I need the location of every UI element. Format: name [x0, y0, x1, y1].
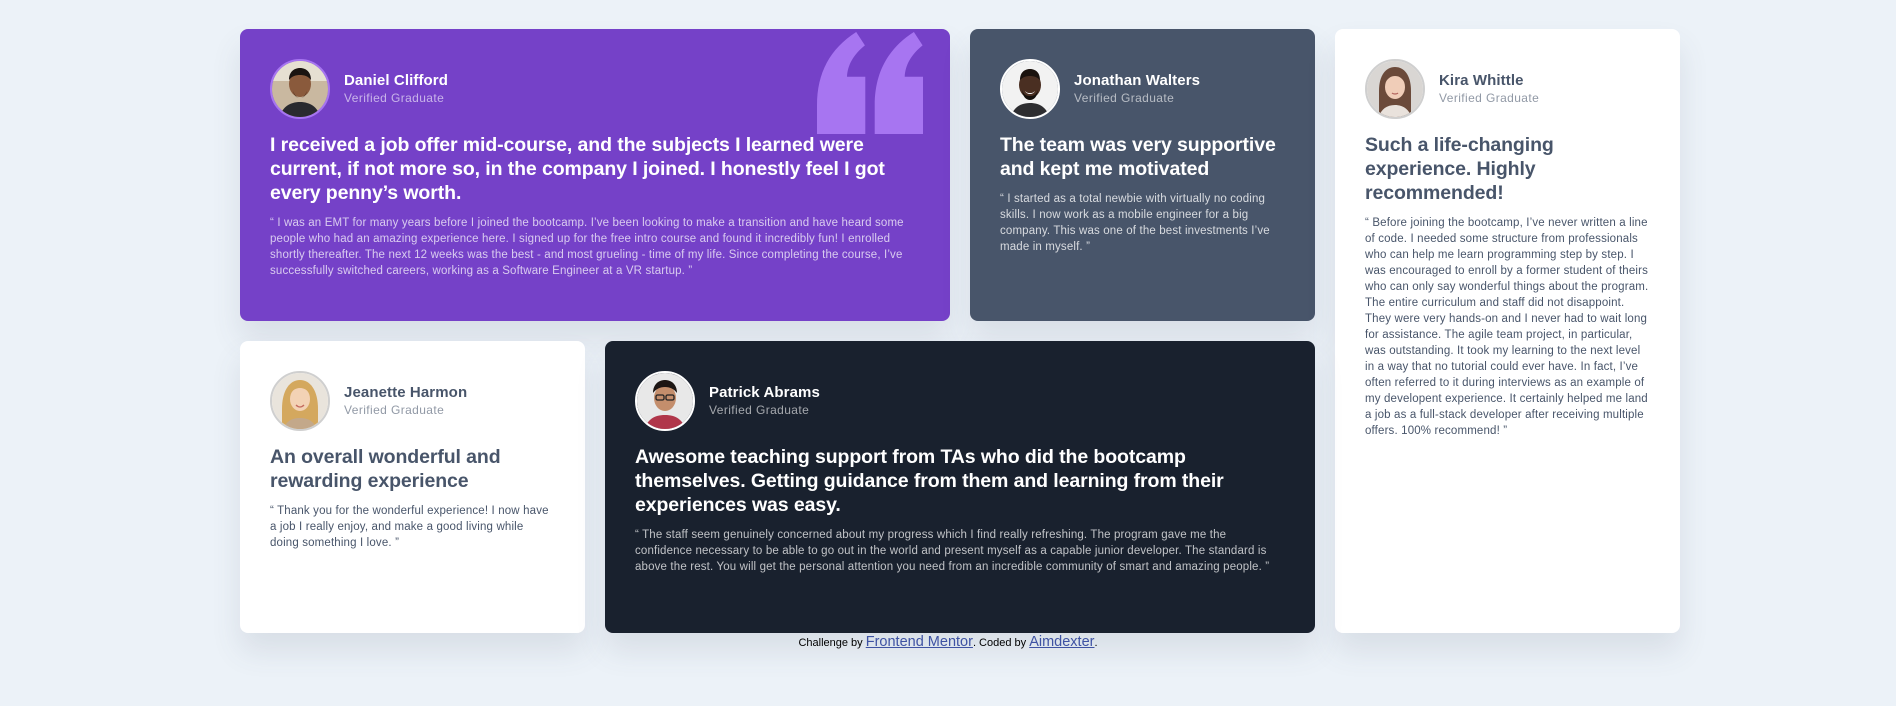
attribution-middle: . Coded by	[972, 637, 1027, 649]
testimonial-headline: Such a life-changing experience. Highly …	[1365, 134, 1554, 204]
author-link[interactable]: Aimdexter	[1029, 634, 1094, 650]
author-name: Jonathan Walters	[1074, 72, 1201, 89]
author-info: Jonathan Walters Verified Graduate	[1074, 72, 1200, 106]
author-name: Patrick Abrams	[709, 384, 820, 401]
author-name: Jeanette Harmon	[344, 384, 468, 401]
author-name: Kira Whittle	[1439, 72, 1524, 89]
attribution: Challenge by Frontend Mentor. Coded by A…	[0, 632, 1896, 653]
kira-avatar-icon	[1367, 61, 1423, 117]
author-role: Verified Graduate	[344, 91, 445, 105]
testimonial-header: Jonathan Walters Verified Graduate	[1000, 59, 1285, 119]
avatar	[635, 371, 695, 431]
author-info: Patrick Abrams Verified Graduate	[709, 384, 820, 418]
testimonial-header: Patrick Abrams Verified Graduate	[635, 371, 1285, 431]
testimonial-headline: I received a job offer mid-course, and t…	[270, 134, 885, 204]
testimonial-headline: Awesome teaching support from TAs who di…	[635, 446, 1224, 516]
testimonial-card-kira: Kira Whittle Verified Graduate Such a li…	[1335, 29, 1680, 633]
daniel-avatar-icon	[272, 61, 328, 117]
author-role: Verified Graduate	[1074, 91, 1175, 105]
testimonial-body: “ I was an EMT for many years before I j…	[270, 217, 904, 277]
author-info: Jeanette Harmon Verified Graduate	[344, 384, 467, 418]
testimonial-body: “ Thank you for the wonderful experience…	[270, 505, 549, 549]
attribution-prefix: Challenge by	[798, 637, 863, 649]
avatar	[1365, 59, 1425, 119]
avatar	[1000, 59, 1060, 119]
author-name: Daniel Clifford	[344, 72, 449, 89]
testimonial-body: “ I started as a total newbie with virtu…	[1000, 193, 1270, 253]
testimonials-grid: Daniel Clifford Verified Graduate I rece…	[240, 29, 1680, 633]
author-role: Verified Graduate	[709, 403, 810, 417]
author-role: Verified Graduate	[1439, 91, 1540, 105]
author-info: Kira Whittle Verified Graduate	[1439, 72, 1539, 106]
testimonial-card-daniel: Daniel Clifford Verified Graduate I rece…	[240, 29, 950, 321]
testimonial-card-patrick: Patrick Abrams Verified Graduate Awesome…	[605, 341, 1315, 633]
testimonial-body: “ The staff seem genuinely concerned abo…	[635, 529, 1270, 573]
frontend-mentor-link[interactable]: Frontend Mentor	[866, 634, 973, 650]
testimonial-header: Jeanette Harmon Verified Graduate	[270, 371, 555, 431]
author-info: Daniel Clifford Verified Graduate	[344, 72, 448, 106]
testimonial-header: Kira Whittle Verified Graduate	[1365, 59, 1650, 119]
avatar	[270, 371, 330, 431]
attribution-suffix: .	[1094, 637, 1098, 649]
testimonial-card-jonathan: Jonathan Walters Verified Graduate The t…	[970, 29, 1315, 321]
testimonial-header: Daniel Clifford Verified Graduate	[270, 59, 920, 119]
jeanette-avatar-icon	[272, 373, 328, 429]
testimonial-headline: The team was very supportive and kept me…	[1000, 134, 1276, 180]
author-role: Verified Graduate	[344, 403, 445, 417]
testimonial-headline: An overall wonderful and rewarding exper…	[270, 446, 501, 492]
testimonial-body: “ Before joining the bootcamp, I’ve neve…	[1365, 217, 1649, 437]
testimonial-card-jeanette: Jeanette Harmon Verified Graduate An ove…	[240, 341, 585, 633]
avatar	[270, 59, 330, 119]
patrick-avatar-icon	[637, 373, 693, 429]
jonathan-avatar-icon	[1002, 61, 1058, 117]
